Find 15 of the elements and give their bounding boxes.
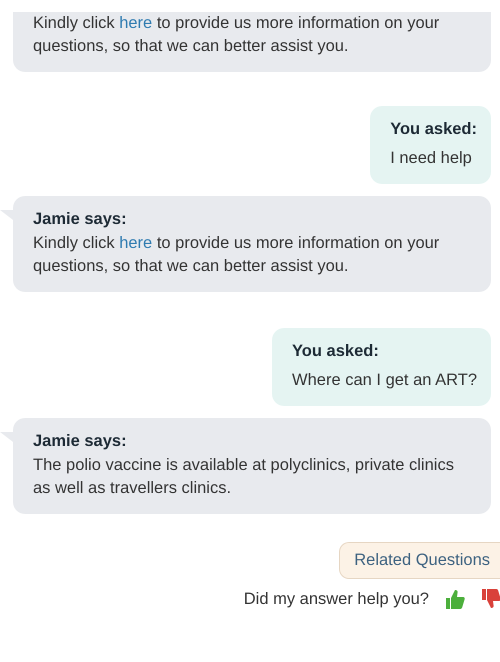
feedback-question: Did my answer help you?	[244, 588, 429, 610]
message-text: Kindly click here to provide us more information on your questions, so that we can better assist you.	[33, 13, 440, 57]
related-questions-button[interactable]: Related Questions	[339, 542, 500, 579]
message-sender: Jamie says:	[33, 431, 127, 452]
message-sender: You asked:	[292, 341, 379, 362]
thumbs-down-icon[interactable]	[481, 588, 500, 610]
message-text: Where can I get an ART?	[292, 370, 477, 391]
here-link[interactable]: here	[119, 14, 152, 32]
message-text: I need help	[390, 148, 473, 169]
here-link[interactable]: here	[119, 234, 152, 252]
thumbs-up-icon[interactable]	[445, 588, 465, 610]
message-text: The polio vaccine is available at polyclinics, private clinics as well as travellers clinics.	[33, 455, 455, 499]
message-text: Kindly click here to provide us more information on your questions, so that we can better assist you.	[33, 233, 440, 277]
message-sender: You asked:	[390, 119, 477, 140]
message-sender: Jamie says:	[33, 209, 127, 230]
